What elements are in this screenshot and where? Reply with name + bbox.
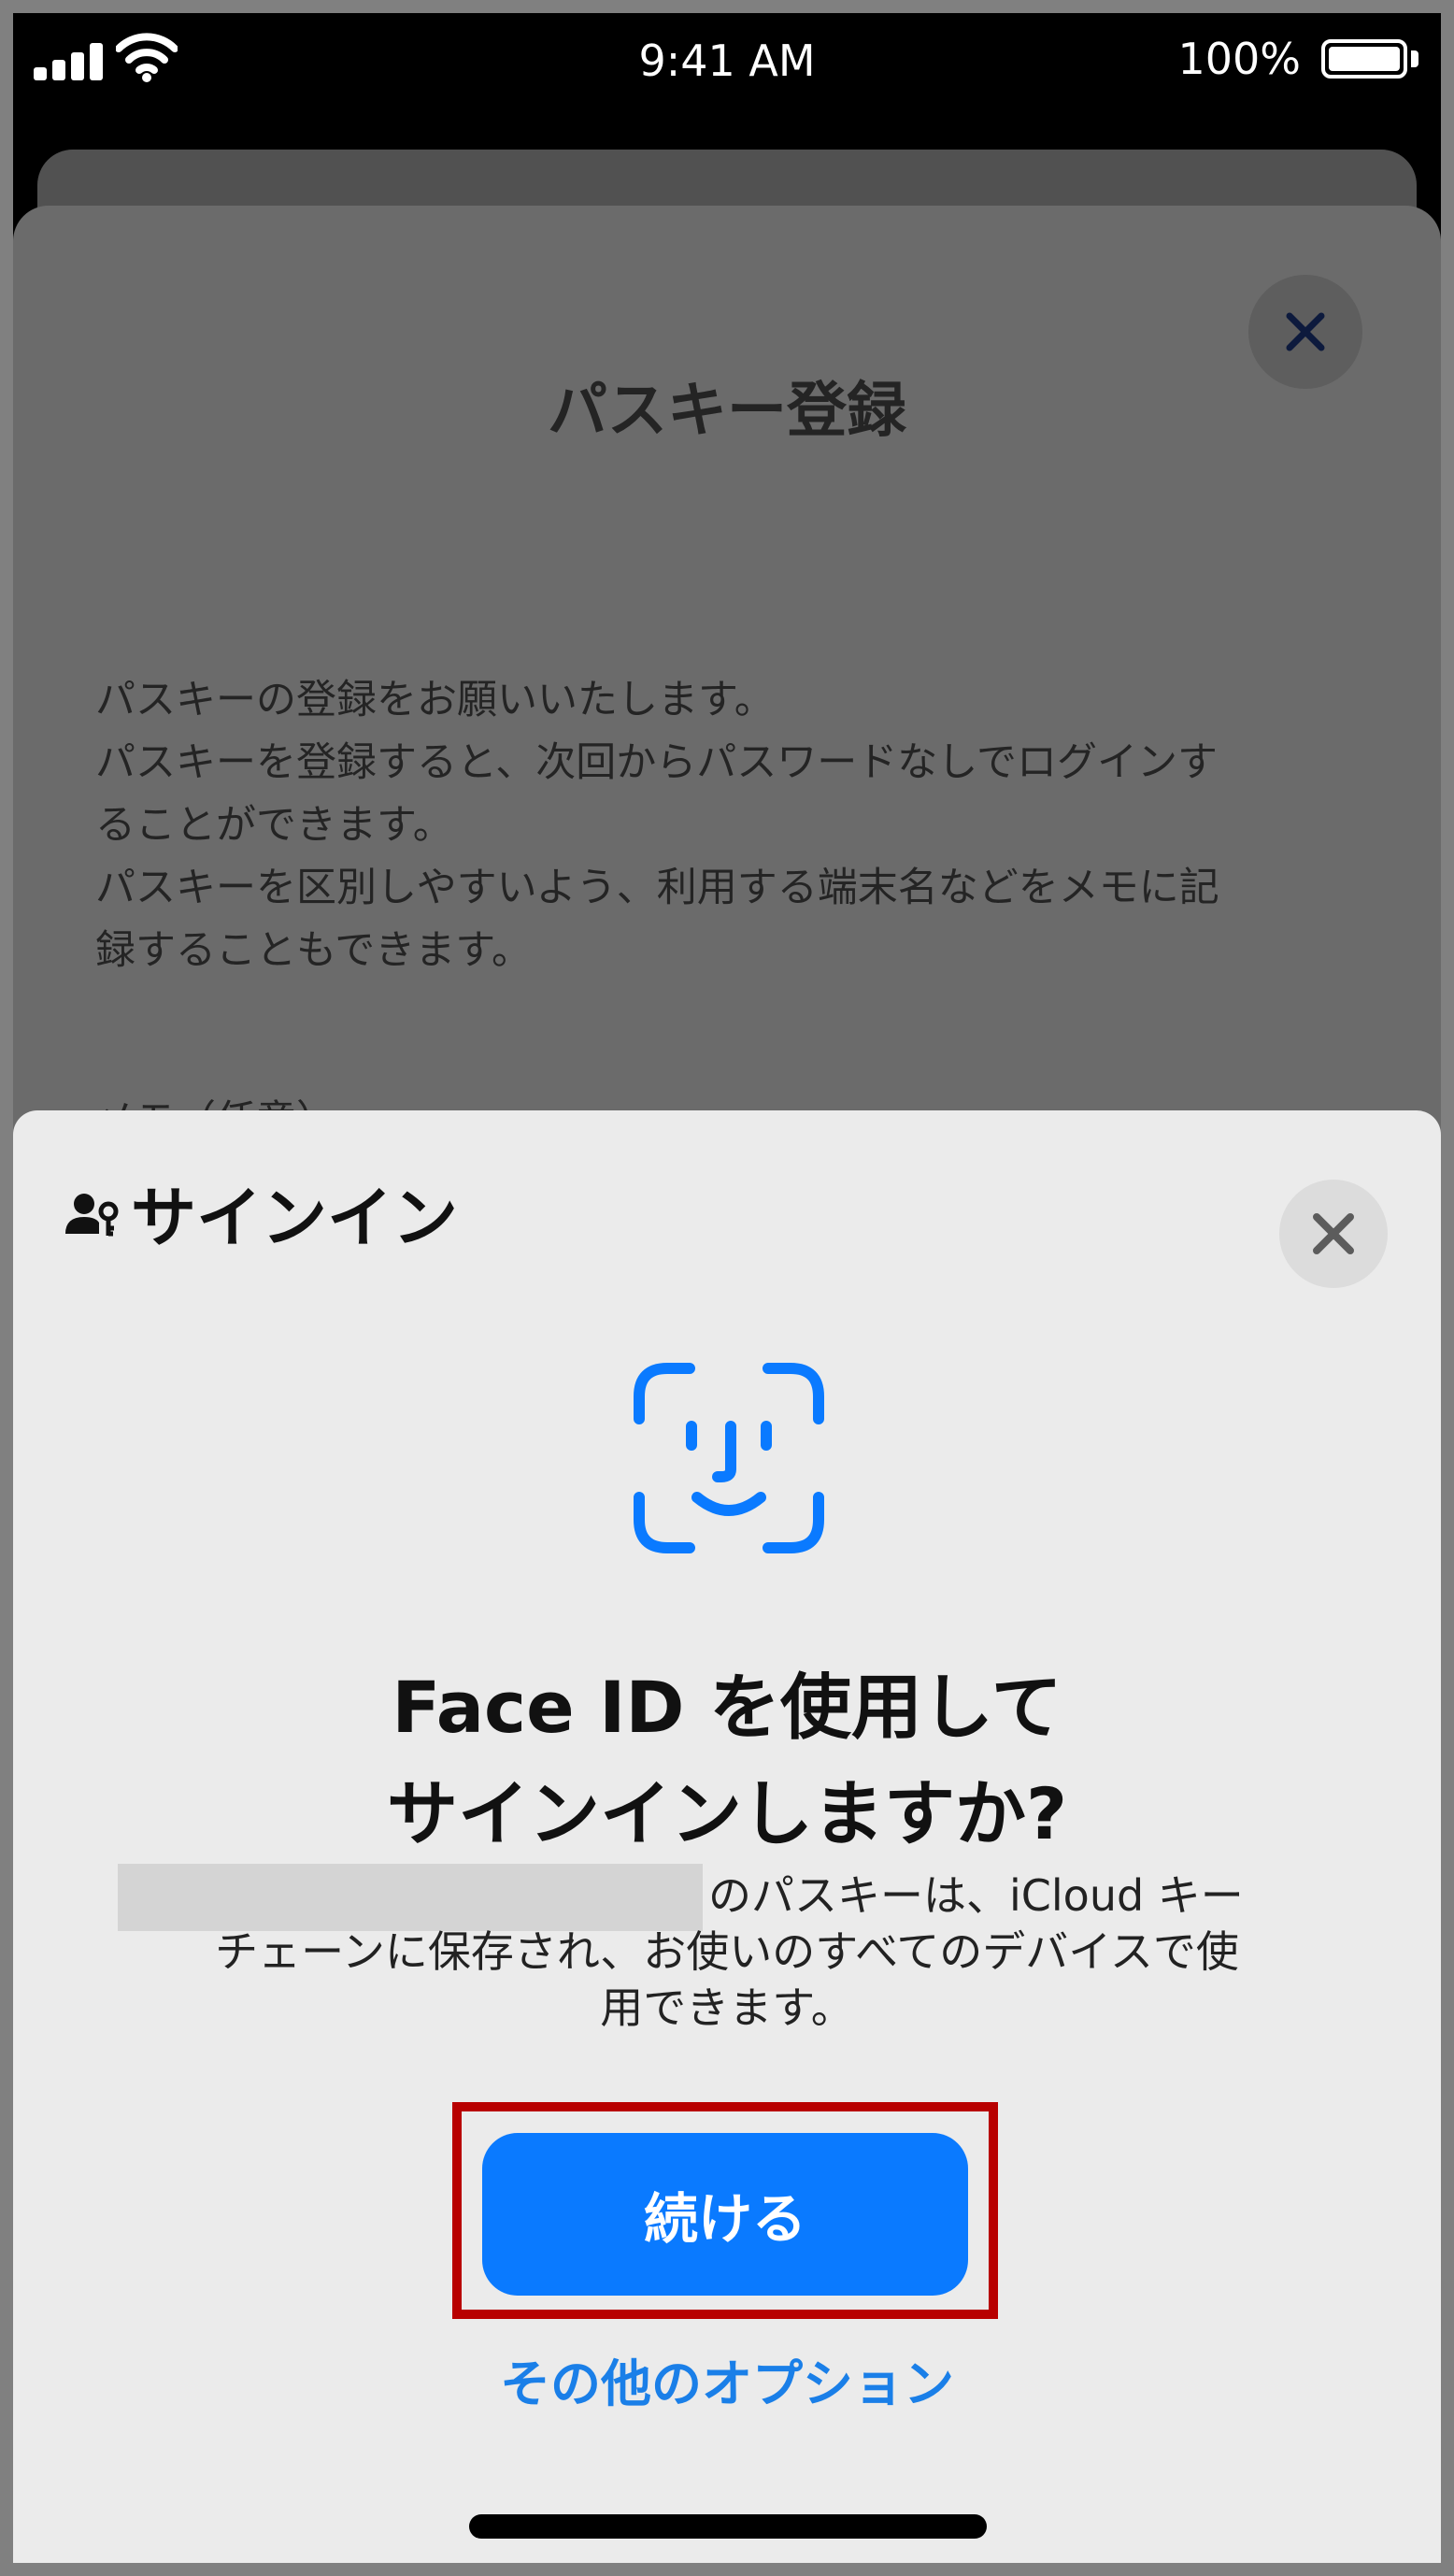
sheet-description-line: パスキーの登録をお願いいたします。 [95,677,775,723]
panel-header: サインイン [64,1170,458,1256]
home-indicator [469,2514,987,2539]
face-id-icon [634,1363,824,1553]
phone-screen: 9:41 AM 100% パスキー登録 パスキーの登録をお願いいたします。 パス… [13,13,1441,2563]
other-options-link[interactable]: その他のオプション [13,2342,1441,2416]
sheet-description-line: パスキーを区別しやすいよう、利用する端末名などをメモに記 [95,865,1219,911]
headline-line: サインインしますか? [386,1772,1068,1855]
sheet-description-line: 録することもできます。 [95,927,532,974]
battery-icon [1321,39,1407,79]
passkey-person-icon [65,1194,119,1237]
battery-percentage: 100% [1177,34,1301,84]
sheet-description-line: パスキーを登録すると、次回からパスワードなしでログインす [95,739,1218,786]
sheet-title: パスキー登録 [548,377,906,446]
description-line: チェーンに保存され、お使いのすべてのデバイスで使 [215,1926,1239,1977]
panel-close-button[interactable] [1279,1180,1388,1288]
continue-button[interactable]: 続ける [482,2133,968,2296]
sheet-description-line: ることができます。 [95,802,453,849]
signin-panel: サインイン Face ID を使用して サインインしますか? のパスキーは、iC… [13,1110,1441,2563]
status-bar: 9:41 AM 100% [13,13,1441,125]
headline-line: Face ID を使用して [392,1666,1062,1749]
sheet-description: パスキーの登録をお願いいたします。 パスキーを登録すると、次回からパスワードなし… [95,669,1366,982]
description-line: のパスキーは、iCloud キー [708,1870,1244,1921]
close-icon [1313,1213,1354,1254]
description-line: 用できます。 [600,1982,854,2033]
battery-cap [1411,50,1418,67]
panel-title: サインイン [131,1179,458,1256]
faceid-prompt-headline: Face ID を使用して サインインしますか? [13,1654,1441,1868]
